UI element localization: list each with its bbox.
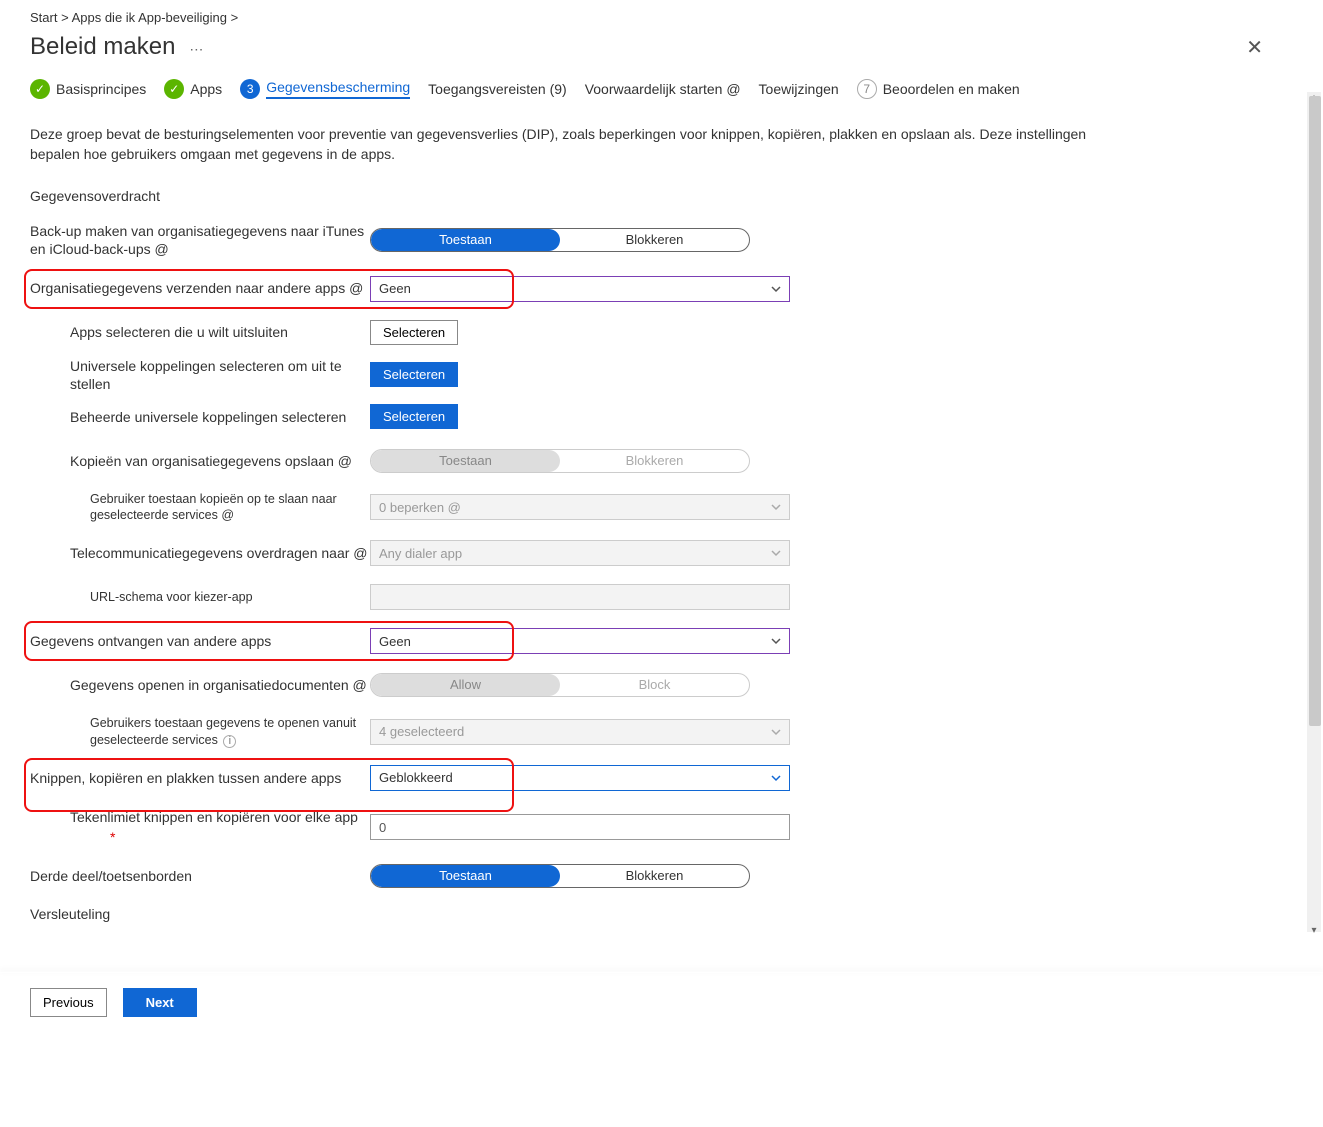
check-icon: ✓ xyxy=(30,79,50,99)
info-icon[interactable]: i xyxy=(223,735,236,748)
toggle-allow[interactable]: Allow xyxy=(371,674,560,696)
label-save-copies: Kopieën van organisatiegegevens opslaan … xyxy=(30,452,370,470)
label-universal-links: Universele koppelingen selecteren om uit… xyxy=(30,357,370,393)
toggle-allow[interactable]: Toestaan xyxy=(371,865,560,887)
toggle-block[interactable]: Blokkeren xyxy=(560,865,749,887)
label-cut-copy-paste: Knippen, kopiëren en plakken tussen ande… xyxy=(30,769,370,787)
toggle-save-copies[interactable]: Toestaan Blokkeren xyxy=(370,449,750,473)
label-third-party-keyboards: Derde deel/toetsenborden xyxy=(30,867,370,885)
label-open-in-docs: Gegevens openen in organisatiedocumenten… xyxy=(30,676,370,694)
toggle-backup[interactable]: Toestaan Blokkeren xyxy=(370,228,750,252)
step-basics[interactable]: ✓ Basisprincipes xyxy=(30,79,146,99)
section-encryption: Versleuteling xyxy=(30,906,1293,922)
required-asterisk: * xyxy=(110,828,370,846)
dropdown-value: 0 beperken @ xyxy=(379,500,771,515)
scroll-down-icon[interactable]: ▾ xyxy=(1307,925,1321,939)
next-button[interactable]: Next xyxy=(123,988,197,1017)
button-select-univ-links[interactable]: Selecteren xyxy=(370,362,458,387)
button-select-exclude[interactable]: Selecteren xyxy=(370,320,458,345)
toggle-block[interactable]: Blokkeren xyxy=(560,229,749,251)
chevron-down-icon xyxy=(771,773,781,783)
chevron-down-icon xyxy=(771,727,781,737)
check-icon: ✓ xyxy=(164,79,184,99)
label-receive-other-apps: Gegevens ontvangen van andere apps xyxy=(30,632,370,650)
step-data-protection[interactable]: 3 Gegevensbescherming xyxy=(240,79,410,99)
label-allow-open-services: Gebruikers toestaan gegevens te openen v… xyxy=(30,715,370,748)
toggle-block[interactable]: Block xyxy=(560,674,749,696)
scrollbar-thumb[interactable] xyxy=(1309,96,1321,726)
label-apps-exclude: Apps selecteren die u wilt uitsluiten xyxy=(30,323,370,341)
input-char-limit[interactable] xyxy=(370,814,790,840)
dropdown-send-other-apps[interactable]: Geen xyxy=(370,276,790,302)
toggle-third-party-kb[interactable]: Toestaan Blokkeren xyxy=(370,864,750,888)
breadcrumb: Start > Apps die ik App-beveiliging > xyxy=(30,10,1293,25)
label-telecom: Telecommunicatiegegevens overdragen naar… xyxy=(30,544,370,562)
previous-button[interactable]: Previous xyxy=(30,988,107,1017)
dropdown-telecom[interactable]: Any dialer app xyxy=(370,540,790,566)
label-url-scheme: URL-schema voor kiezer-app xyxy=(30,589,370,605)
toggle-block[interactable]: Blokkeren xyxy=(560,450,749,472)
toggle-allow[interactable]: Toestaan xyxy=(371,229,560,251)
section-data-transfer: Gegevensoverdracht xyxy=(30,188,1293,204)
dropdown-value: Geen xyxy=(379,281,771,296)
close-icon[interactable]: ✕ xyxy=(1246,35,1263,60)
step-number-icon: 3 xyxy=(240,79,260,99)
dropdown-value: Geblokkeerd xyxy=(379,770,771,785)
step-access[interactable]: Toegangsvereisten (9) xyxy=(428,81,567,97)
chevron-down-icon xyxy=(771,502,781,512)
dropdown-value: Any dialer app xyxy=(379,546,771,561)
step-assignments[interactable]: Toewijzingen xyxy=(759,81,839,97)
dropdown-receive-other-apps[interactable]: Geen xyxy=(370,628,790,654)
breadcrumb-path[interactable]: Apps die ik App-beveiliging > xyxy=(72,10,239,25)
toggle-open-docs[interactable]: Allow Block xyxy=(370,673,750,697)
step-apps[interactable]: ✓ Apps xyxy=(164,79,222,99)
chevron-down-icon xyxy=(771,636,781,646)
step-conditional[interactable]: Voorwaardelijk starten @ xyxy=(585,81,741,97)
dropdown-save-services[interactable]: 0 beperken @ xyxy=(370,494,790,520)
toggle-allow[interactable]: Toestaan xyxy=(371,450,560,472)
intro-text: Deze groep bevat de besturingselementen … xyxy=(30,125,1130,164)
step-number-icon: 7 xyxy=(857,79,877,99)
breadcrumb-start[interactable]: Start > xyxy=(30,10,69,25)
label-managed-universal-links: Beheerde universele koppelingen selecter… xyxy=(30,408,370,426)
page-title: Beleid maken xyxy=(30,33,175,60)
dropdown-open-services[interactable]: 4 geselecteerd xyxy=(370,719,790,745)
chevron-down-icon xyxy=(771,284,781,294)
dropdown-value: Geen xyxy=(379,634,771,649)
label-allow-save-services: Gebruiker toestaan kopieën op te slaan n… xyxy=(30,491,370,524)
dropdown-cut-copy-paste[interactable]: Geblokkeerd xyxy=(370,765,790,791)
dropdown-value: 4 geselecteerd xyxy=(379,724,771,739)
more-dots-icon[interactable]: ⋯ xyxy=(189,41,203,57)
step-review[interactable]: 7 Beoordelen en maken xyxy=(857,79,1020,99)
label-char-limit: Tekenlimiet knippen en kopiëren voor elk… xyxy=(30,808,370,846)
chevron-down-icon xyxy=(771,548,781,558)
input-url-scheme[interactable] xyxy=(370,584,790,610)
button-select-managed-univ[interactable]: Selecteren xyxy=(370,404,458,429)
label-backup: Back-up maken van organisatiegegevens na… xyxy=(30,222,370,258)
label-send-other-apps: Organisatiegegevens verzenden naar ander… xyxy=(30,279,370,297)
wizard-steps: ✓ Basisprincipes ✓ Apps 3 Gegevensbesche… xyxy=(30,79,1293,99)
